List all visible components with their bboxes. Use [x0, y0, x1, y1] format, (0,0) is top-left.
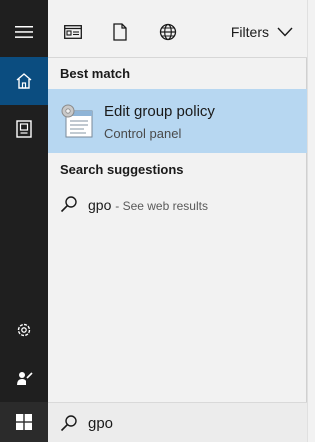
scroll-strip [307, 0, 315, 442]
documents-filter-icon [113, 23, 127, 41]
start-rail [0, 0, 48, 442]
windows-start-icon [16, 414, 32, 430]
home-button[interactable] [0, 57, 48, 105]
best-match-result[interactable]: Edit group policy Control panel [48, 89, 307, 153]
feedback-person-icon [17, 372, 33, 385]
settings-button[interactable] [0, 306, 48, 354]
suggestion-query: gpo [88, 197, 112, 213]
suggestion-hint: - See web results [115, 199, 208, 213]
filter-toolbar: Filters [48, 0, 307, 58]
menu-button[interactable] [0, 8, 48, 56]
home-icon [16, 73, 32, 89]
search-suggestions-heading: Search suggestions [60, 162, 184, 177]
start-button[interactable] [0, 402, 48, 442]
apps-filter-button[interactable] [62, 21, 84, 43]
search-input[interactable] [88, 411, 288, 435]
hamburger-menu-icon [15, 26, 33, 38]
documents-filter-button[interactable] [109, 21, 131, 43]
search-icon [60, 196, 77, 213]
notebook-icon [16, 120, 32, 138]
search-icon [60, 415, 77, 432]
best-match-subtitle: Control panel [104, 126, 182, 141]
search-box[interactable] [48, 402, 307, 442]
best-match-title: Edit group policy [104, 103, 215, 120]
feedback-button[interactable] [0, 354, 48, 402]
suggestion-item[interactable]: gpo - See web results [48, 189, 307, 221]
web-filter-button[interactable] [157, 21, 179, 43]
filters-label: Filters [230, 24, 269, 40]
group-policy-icon [61, 104, 93, 138]
filters-dropdown[interactable]: Filters [231, 24, 293, 40]
best-match-heading: Best match [60, 66, 131, 81]
chevron-down-icon [277, 27, 293, 37]
apps-filter-icon [64, 25, 82, 39]
notebook-button[interactable] [0, 105, 48, 153]
web-filter-icon [159, 23, 177, 41]
search-results-panel: Filters Best match Edit group policy Con… [48, 0, 307, 442]
settings-gear-icon [17, 323, 31, 337]
